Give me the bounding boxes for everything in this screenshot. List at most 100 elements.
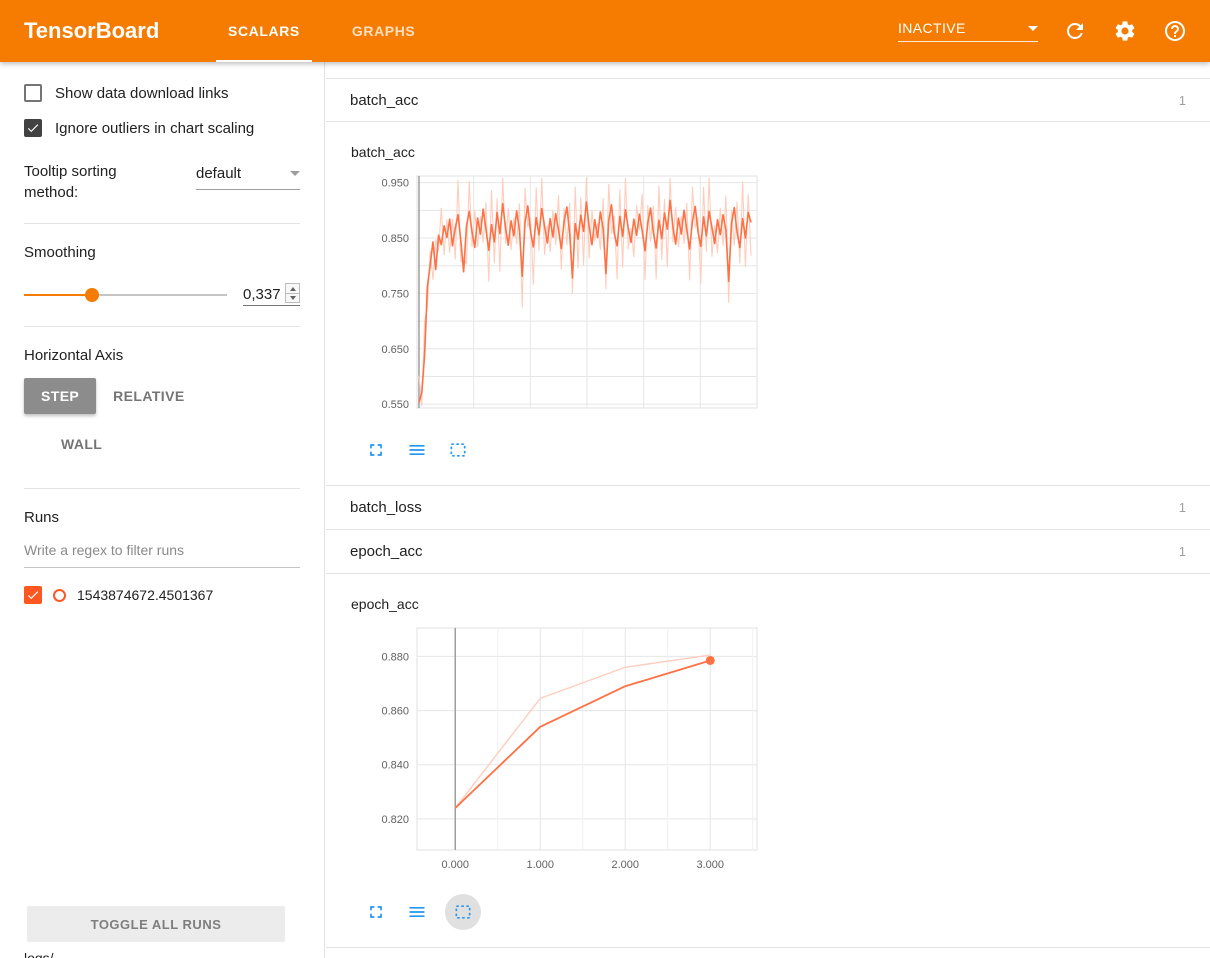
- svg-text:0.820: 0.820: [381, 814, 409, 826]
- tooltip-sorting-row: Tooltip sorting method: default: [24, 161, 300, 203]
- run-color-isolator-icon[interactable]: [53, 589, 66, 602]
- chevron-down-icon: [1028, 26, 1038, 31]
- expand-chart-button[interactable]: [363, 899, 389, 925]
- toggle-y-axis-button[interactable]: [404, 899, 430, 925]
- svg-text:1.000: 1.000: [526, 859, 554, 871]
- svg-text:0.650: 0.650: [381, 344, 409, 356]
- number-spinner: [285, 283, 300, 303]
- expand-chart-icon: [366, 902, 386, 922]
- slider-thumb[interactable]: [85, 288, 99, 302]
- run-list-item[interactable]: 1543874672.4501367: [24, 586, 300, 604]
- toggle-y-axis-button[interactable]: [404, 437, 430, 463]
- divider: [24, 223, 300, 224]
- gear-icon: [1113, 19, 1137, 43]
- chevron-down-icon: [290, 171, 300, 176]
- run-checkbox[interactable]: [24, 586, 42, 604]
- scalars-dashboard: batch_acc 1 batch_acc 0.550 0.650 0.750 0.8…: [326, 62, 1210, 958]
- card-header-epoch-acc[interactable]: epoch_acc 1: [326, 530, 1210, 574]
- card-header-batch-loss[interactable]: batch_loss 1: [326, 486, 1210, 530]
- chart-title: epoch_acc: [351, 596, 1210, 616]
- checkbox-label: Show data download links: [55, 85, 228, 102]
- card-header-epoch-loss[interactable]: epoch_loss: [326, 948, 1210, 958]
- slider-fill: [24, 294, 92, 296]
- settings-button[interactable]: [1112, 18, 1138, 44]
- run-name: 1543874672.4501367: [77, 587, 213, 603]
- spinner-up-button[interactable]: [286, 284, 299, 293]
- svg-text:0.850: 0.850: [381, 233, 409, 245]
- chart-card-batch-acc: batch_acc 0.550 0.650 0.750 0.850 0.950: [326, 122, 1210, 486]
- fit-domain-icon: [448, 440, 468, 460]
- tooltip-sorting-label: Tooltip sorting method:: [24, 161, 154, 203]
- svg-text:0.750: 0.750: [381, 288, 409, 300]
- svg-text:0.880: 0.880: [381, 651, 409, 663]
- svg-text:0.550: 0.550: [381, 399, 409, 411]
- tensorboard-app: TensorBoard SCALARS GRAPHS INACTIVE: [0, 0, 1210, 958]
- chart-toolbar: [363, 431, 1210, 469]
- smoothing-controls: [24, 283, 300, 306]
- tooltip-sorting-dropdown[interactable]: default: [196, 165, 300, 190]
- header-actions: INACTIVE: [898, 18, 1188, 44]
- svg-text:3.000: 3.000: [696, 859, 724, 871]
- main-tabs: SCALARS GRAPHS: [202, 0, 441, 62]
- tooltip-sorting-value: default: [196, 165, 241, 182]
- app-header: TensorBoard SCALARS GRAPHS INACTIVE: [0, 0, 1210, 62]
- svg-text:0.950: 0.950: [381, 178, 409, 190]
- fit-domain-button[interactable]: [445, 437, 471, 463]
- card-title: epoch_acc: [350, 543, 423, 560]
- expand-chart-button[interactable]: [363, 437, 389, 463]
- chart-title: batch_acc: [351, 144, 1210, 164]
- card-title: batch_loss: [350, 499, 422, 516]
- svg-text:0.000: 0.000: [441, 859, 469, 871]
- help-button[interactable]: [1162, 18, 1188, 44]
- data-status-dropdown[interactable]: INACTIVE: [898, 20, 1038, 42]
- ignore-outliers-checkbox-row[interactable]: Ignore outliers in chart scaling: [24, 119, 300, 137]
- axis-button-step[interactable]: STEP: [24, 378, 96, 414]
- settings-sidebar: Show data download links Ignore outliers…: [0, 62, 325, 958]
- show-download-links-checkbox-row[interactable]: Show data download links: [24, 84, 300, 102]
- run-filter-input[interactable]: [24, 534, 300, 568]
- svg-text:2.000: 2.000: [611, 859, 639, 871]
- card-count: 1: [1179, 544, 1186, 559]
- smoothing-value-box: [243, 283, 300, 306]
- checkbox-unchecked[interactable]: [24, 84, 42, 102]
- toggle-y-axis-icon: [407, 440, 427, 460]
- smoothing-label: Smoothing: [24, 244, 300, 261]
- card-count: 1: [1179, 93, 1186, 108]
- check-icon: [26, 588, 40, 602]
- svg-text:0.860: 0.860: [381, 706, 409, 718]
- horizontal-axis-buttons: STEP RELATIVE WALL: [24, 378, 264, 462]
- runs-directory-label: logs/: [24, 950, 54, 958]
- app-title: TensorBoard: [24, 18, 202, 44]
- toggle-all-runs-button[interactable]: TOGGLE ALL RUNS: [27, 906, 285, 942]
- runs-label: Runs: [24, 509, 300, 526]
- axis-button-wall[interactable]: WALL: [44, 426, 119, 462]
- triangle-down-icon: [290, 296, 296, 300]
- tab-scalars[interactable]: SCALARS: [202, 0, 326, 62]
- spacer: [326, 62, 1210, 78]
- card-title: batch_acc: [350, 92, 418, 109]
- checkbox-checked[interactable]: [24, 119, 42, 137]
- fit-domain-button-active[interactable]: [445, 894, 481, 930]
- check-icon: [26, 121, 40, 135]
- card-count: 1: [1179, 500, 1186, 515]
- batch-acc-chart[interactable]: 0.550 0.650 0.750 0.850 0.950: [351, 170, 771, 418]
- svg-text:0.840: 0.840: [381, 760, 409, 772]
- spinner-down-button[interactable]: [286, 293, 299, 302]
- smoothing-input[interactable]: [243, 286, 285, 303]
- epoch-acc-chart[interactable]: 0.820 0.840 0.860 0.880 0.000 1.000 2.000 3.000: [351, 622, 771, 880]
- triangle-up-icon: [290, 287, 296, 291]
- data-status-value: INACTIVE: [898, 20, 966, 36]
- smoothing-slider[interactable]: [24, 294, 227, 296]
- axis-button-relative[interactable]: RELATIVE: [96, 378, 201, 414]
- divider: [24, 488, 300, 489]
- checkbox-label: Ignore outliers in chart scaling: [55, 120, 254, 137]
- horizontal-axis-label: Horizontal Axis: [24, 347, 300, 364]
- fit-domain-icon: [453, 902, 473, 922]
- refresh-button[interactable]: [1062, 18, 1088, 44]
- help-icon: [1163, 19, 1187, 43]
- card-header-batch-acc[interactable]: batch_acc 1: [326, 78, 1210, 122]
- toggle-y-axis-icon: [407, 902, 427, 922]
- chart-toolbar: [363, 893, 1210, 931]
- tab-graphs[interactable]: GRAPHS: [326, 0, 442, 62]
- chart-card-epoch-acc: epoch_acc 0.820 0.840 0.860 0.880 0.000 1.000…: [326, 574, 1210, 948]
